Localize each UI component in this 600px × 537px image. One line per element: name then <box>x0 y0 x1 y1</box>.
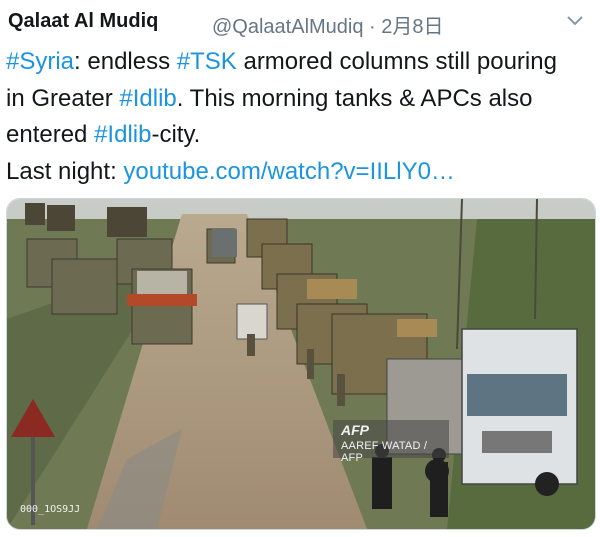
tweet-photo[interactable] <box>6 198 596 530</box>
youtube-link[interactable]: youtube.com/watch?v=IILlY0… <box>123 158 455 185</box>
image-id: 000_1OS9JJ <box>20 504 81 515</box>
tweet-line-1: #Syria: endless #TSK armored columns sti… <box>6 44 596 81</box>
photo-credit: AAREF WATAD / AFP <box>341 440 428 464</box>
hashtag-syria[interactable]: #Syria <box>6 48 74 75</box>
author-name[interactable]: Qalaat Al Mudiq <box>8 10 158 33</box>
tweet-line-2: in Greater #Idlib. This morning tanks & … <box>6 81 596 118</box>
tweet-line-3: entered #Idlib-city. <box>6 117 596 154</box>
hashtag-tsk[interactable]: #TSK <box>177 48 237 75</box>
hashtag-idlib[interactable]: #Idlib <box>94 121 151 148</box>
photo-scene <box>7 199 595 529</box>
tweet-date[interactable]: 2月8日 <box>381 16 443 38</box>
tweet-text-segment: . This morning tanks & APCs also <box>176 84 533 112</box>
tweet-text-segment: armored columns still pouring <box>236 48 557 75</box>
afp-watermark: AFP AAREF WATAD / AFP <box>333 420 449 464</box>
tweet-text-segment: Last night: <box>6 157 124 185</box>
tweet-text-segment: : endless <box>74 48 177 75</box>
tweet-text-segment: in Greater <box>6 84 120 112</box>
hashtag-idlib[interactable]: #Idlib <box>119 85 176 112</box>
tweet-text: #Syria: endless #TSK armored columns sti… <box>6 44 596 190</box>
tweet-line-4: Last night: youtube.com/watch?v=IILlY0… <box>6 154 596 191</box>
tweet-text-segment: entered <box>6 121 95 148</box>
meta-separator: · <box>369 16 376 38</box>
tweet-text-segment: -city. <box>151 121 201 148</box>
tweet-header: Qalaat Al Mudiq @QalaatAlMudiq · 2月8日 <box>8 8 592 39</box>
afp-logo: AFP <box>341 422 369 438</box>
author-handle[interactable]: @QalaatAlMudiq <box>212 16 363 38</box>
author-meta: @QalaatAlMudiq · 2月8日 <box>212 10 444 39</box>
chevron-down-icon[interactable] <box>564 10 586 32</box>
